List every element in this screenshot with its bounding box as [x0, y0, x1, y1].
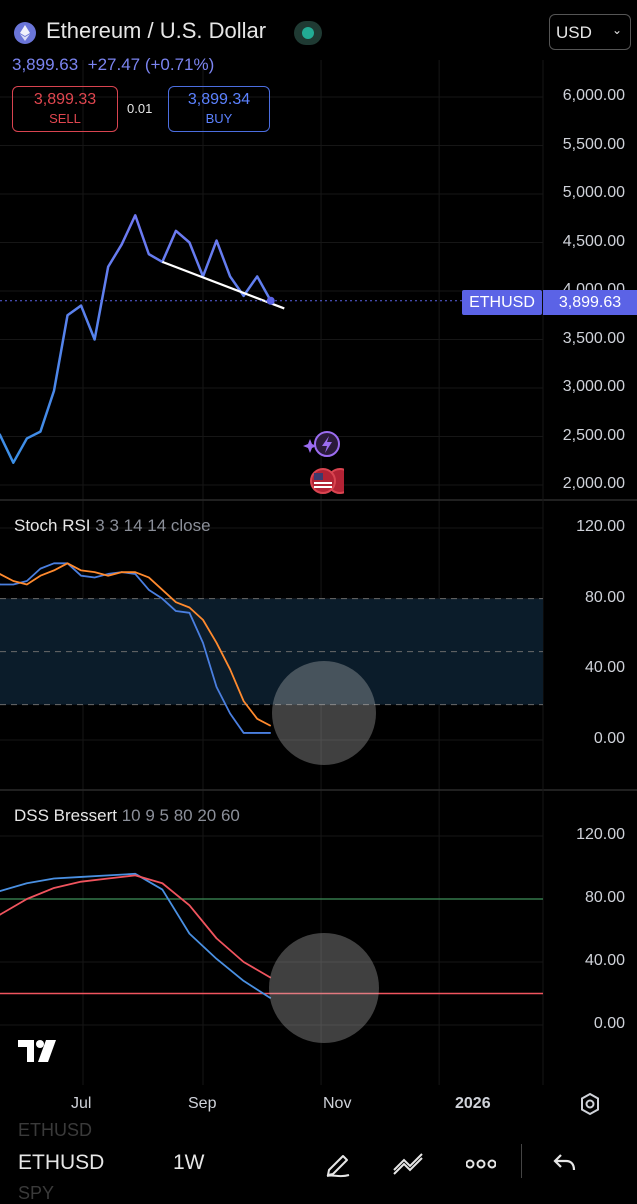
chevron-down-icon: ⌄: [611, 23, 622, 37]
stoch-rsi-title[interactable]: Stoch RSI 3 3 14 14 close: [14, 516, 211, 536]
buy-button[interactable]: 3,899.34 BUY: [168, 86, 270, 132]
x-label-jul: Jul: [71, 1095, 92, 1112]
band-layer: [0, 598, 543, 995]
symbol-switcher[interactable]: ETHUSD: [18, 1151, 104, 1175]
market-status-icon[interactable]: [294, 21, 322, 45]
x-label-2026: 2026: [455, 1095, 491, 1112]
y-tick-label: 0.00: [593, 730, 625, 747]
y-tick-label: 3,000.00: [562, 378, 625, 395]
y-tick-label: 0.00: [593, 1015, 625, 1032]
event-marker[interactable]: [302, 430, 353, 505]
drawing-tools-icon[interactable]: [392, 1150, 426, 1181]
x-label-nov: Nov: [323, 1095, 352, 1112]
y-tick-label: 120.00: [576, 826, 625, 843]
y-tick-label: 40.00: [584, 952, 625, 969]
more-icon[interactable]: [465, 1157, 497, 1175]
y-tick-label: 2,000.00: [562, 475, 625, 492]
sell-price: 3,899.33: [33, 91, 97, 108]
y-tick-label: 5,500.00: [562, 135, 625, 153]
y-tick-label: 6,000.00: [562, 87, 625, 104]
settings-icon[interactable]: [578, 1092, 602, 1121]
chart-canvas[interactable]: [0, 0, 637, 1200]
undo-icon[interactable]: [552, 1150, 578, 1181]
y-tick-label: 2,500.00: [562, 426, 625, 444]
tradingview-logo-icon[interactable]: [18, 1038, 64, 1069]
x-label-sep: Sep: [188, 1095, 217, 1112]
current-price-label: 3,899.63: [543, 290, 637, 315]
y-tick-label: 120.00: [576, 518, 625, 535]
y-tick-label: 80.00: [584, 588, 625, 606]
sell-button[interactable]: 3,899.33 SELL: [12, 86, 118, 132]
y-tick-label: 5,000.00: [562, 184, 625, 201]
toolbar-divider: [521, 1144, 522, 1178]
symbol-price-label: ETHUSD: [462, 290, 542, 315]
us-flag-icon: [310, 468, 336, 494]
highlight-circle: [272, 661, 376, 765]
spread-value: 0.01: [127, 101, 153, 116]
highlight-circle: [269, 933, 379, 1043]
sell-label: SELL: [49, 111, 81, 126]
symbol-title[interactable]: Ethereum / U.S. Dollar: [46, 18, 266, 44]
y-tick-label: 80.00: [584, 889, 625, 906]
price-change: +27.47 (+0.71%): [87, 55, 215, 74]
last-price-dot: [266, 296, 275, 305]
buy-price: 3,899.34: [187, 91, 251, 108]
buy-label: BUY: [205, 111, 233, 126]
pencil-icon[interactable]: [323, 1148, 353, 1183]
y-tick-label: 40.00: [584, 659, 625, 677]
last-price: 3,899.63: [12, 55, 79, 74]
timeframe-selector[interactable]: 1W: [173, 1151, 205, 1175]
currency-select[interactable]: USD ⌄: [549, 14, 631, 50]
symbol-list-next[interactable]: SPY: [18, 1183, 54, 1204]
trendline: [161, 260, 285, 310]
y-tick-label: 3,500.00: [562, 329, 625, 347]
price-summary: 3,899.63 +27.47 (+0.71%): [12, 55, 214, 75]
symbol-list-prev[interactable]: ETHUSD: [18, 1120, 92, 1141]
currency-value: USD: [556, 23, 592, 42]
y-tick-label: 4,500.00: [562, 232, 625, 250]
ethereum-logo-icon: [14, 22, 36, 44]
dss-bressert-title[interactable]: DSS Bressert 10 9 5 80 20 60: [14, 806, 240, 826]
